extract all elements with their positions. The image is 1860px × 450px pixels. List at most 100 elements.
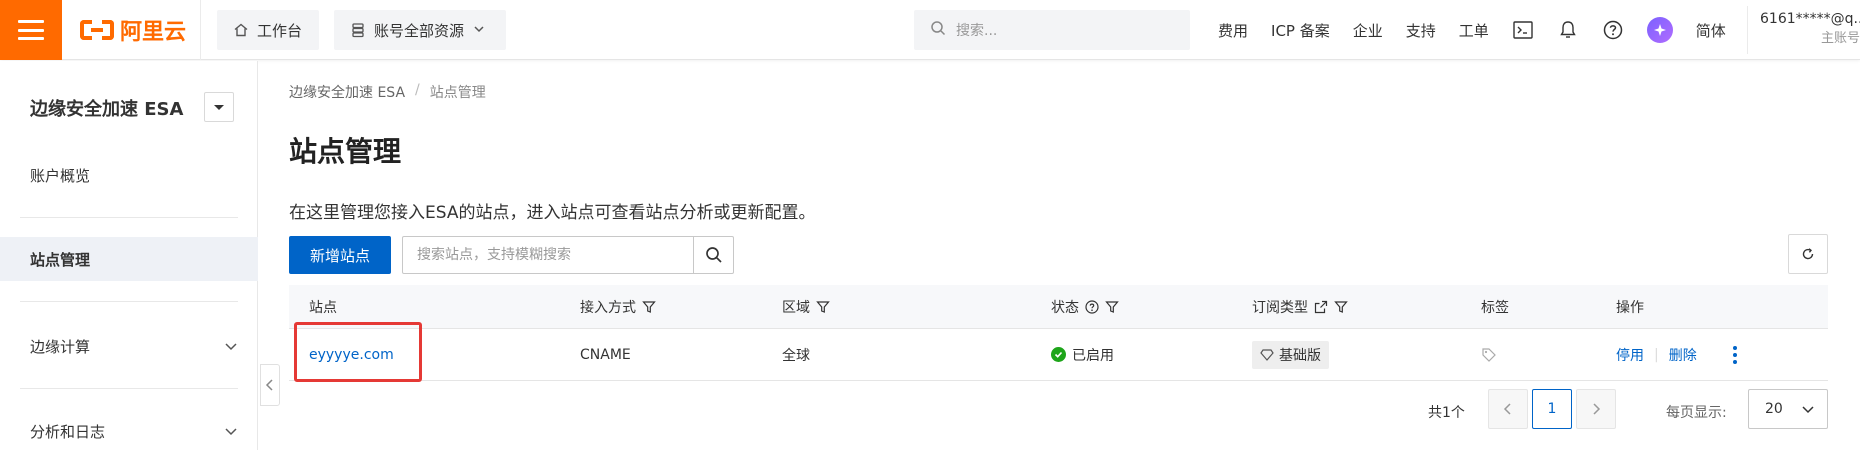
chevron-right-icon: [1593, 403, 1601, 415]
app-launcher-icon[interactable]: [1646, 17, 1673, 43]
external-link-icon[interactable]: [1314, 300, 1328, 314]
disable-button[interactable]: 停用: [1616, 345, 1644, 365]
column-status: 状态: [1051, 285, 1119, 328]
breadcrumb-item-esa[interactable]: 边缘安全加速 ESA: [289, 82, 405, 102]
site-search: [402, 236, 734, 274]
divider: [20, 388, 238, 389]
sidebar-item-edge-compute[interactable]: 边缘计算: [0, 324, 258, 368]
plan-badge: 基础版: [1252, 340, 1329, 369]
chevron-down-icon: [225, 343, 237, 351]
support-link[interactable]: 支持: [1406, 20, 1436, 41]
search-icon: [705, 247, 722, 263]
column-region: 区域: [782, 285, 830, 328]
divider: |: [1654, 346, 1659, 363]
divider: [1747, 6, 1748, 54]
column-access: 接入方式: [580, 285, 656, 328]
check-circle-icon: [1051, 347, 1066, 362]
aliyun-logo[interactable]: 阿里云: [80, 16, 187, 45]
refresh-button[interactable]: [1788, 234, 1828, 274]
cell-region: 全球: [782, 347, 810, 364]
prev-page-button[interactable]: [1488, 389, 1528, 429]
help-icon[interactable]: [1085, 299, 1099, 314]
sidebar-item-label: 站点管理: [30, 250, 91, 269]
bell-icon[interactable]: [1557, 19, 1579, 41]
resources-label: 账号全部资源: [374, 21, 465, 40]
global-search[interactable]: 搜索...: [914, 10, 1190, 50]
cell-status: 已启用: [1051, 329, 1114, 380]
column-tags: 标签: [1481, 299, 1509, 316]
hamburger-icon: [18, 20, 44, 40]
column-actions: 操作: [1616, 299, 1644, 316]
plan-text: 基础版: [1279, 347, 1321, 364]
filter-icon[interactable]: [1105, 300, 1119, 314]
sidebar-item-label: 分析和日志: [30, 422, 106, 441]
cell-actions: 停用 | 删除: [1616, 329, 1737, 380]
sidebar-item-analytics-logs[interactable]: 分析和日志: [0, 409, 258, 450]
chevron-left-icon: [265, 379, 273, 391]
filter-icon[interactable]: [642, 300, 656, 314]
chevron-down-icon: [1802, 406, 1814, 414]
cell-access: CNAME: [580, 346, 631, 363]
table-row: eyyyye.com CNAME 全球 已启用 基础版 停用 | 删除: [289, 322, 1828, 382]
workbench-label: 工作台: [257, 21, 303, 40]
chevron-left-icon: [1503, 403, 1511, 415]
cell-plan: 基础版: [1252, 329, 1329, 380]
ticket-link[interactable]: 工单: [1459, 20, 1489, 41]
page-number-button[interactable]: 1: [1532, 389, 1572, 429]
menu-button[interactable]: [0, 0, 62, 60]
filter-icon[interactable]: [816, 300, 830, 314]
sidebar-item-overview[interactable]: 账户概览: [0, 153, 258, 197]
product-switch-dropdown[interactable]: [204, 92, 234, 122]
database-icon: [350, 22, 366, 38]
sidebar-item-site-management[interactable]: 站点管理: [0, 237, 258, 281]
billing-link[interactable]: 费用: [1218, 20, 1248, 41]
sidebar-item-label: 边缘计算: [30, 337, 91, 356]
breadcrumb-item-current: 站点管理: [429, 85, 486, 101]
more-actions-icon[interactable]: [1732, 345, 1737, 364]
page-description: 在这里管理您接入ESA的站点，进入站点可查看站点分析或更新配置。: [289, 203, 816, 223]
next-page-button[interactable]: [1576, 389, 1616, 429]
site-search-input[interactable]: [403, 237, 693, 273]
icp-link[interactable]: ICP 备案: [1271, 20, 1330, 41]
cell-site: eyyyye.com: [309, 329, 394, 380]
divider: [20, 217, 238, 218]
breadcrumb: 边缘安全加速 ESA / 站点管理: [289, 82, 486, 102]
top-links: 费用 ICP 备案 企业 支持 工单 简体: [1218, 0, 1749, 60]
per-page-select[interactable]: 20: [1748, 389, 1828, 429]
site-search-button[interactable]: [693, 237, 733, 273]
top-navigation-bar: 阿里云 工作台 账号全部资源 搜索... 费用 ICP 备案 企业 支持 工单: [0, 0, 1860, 60]
divider: [20, 301, 238, 302]
total-count: 共1个: [1428, 405, 1465, 421]
breadcrumb-separator: /: [415, 82, 420, 98]
table-header: 站点 接入方式 区域 状态 订阅类型 标签 操作: [289, 285, 1828, 329]
sidebar-collapse-button[interactable]: [260, 364, 280, 406]
status-text: 已启用: [1072, 347, 1114, 364]
language-switch[interactable]: 简体: [1696, 20, 1726, 41]
sidebar-item-label: 账户概览: [30, 166, 91, 185]
global-search-placeholder: 搜索...: [956, 23, 998, 39]
help-icon[interactable]: [1602, 19, 1624, 41]
workbench-button[interactable]: 工作台: [217, 10, 319, 50]
account-role: 主账号: [1820, 31, 1860, 46]
site-link[interactable]: eyyyye.com: [309, 347, 394, 363]
enterprise-link[interactable]: 企业: [1353, 20, 1383, 41]
logo-text: 阿里云: [120, 20, 187, 45]
cell-tags: [1481, 329, 1497, 380]
sites-table: 站点 接入方式 区域 状态 订阅类型 标签 操作 eyyyye.com CNAM…: [289, 285, 1828, 382]
filter-icon[interactable]: [1334, 300, 1348, 314]
terminal-icon[interactable]: [1512, 19, 1534, 41]
aliyun-logo-icon: [80, 18, 114, 42]
chevron-down-icon: [472, 22, 488, 38]
add-site-button[interactable]: 新增站点: [289, 236, 391, 274]
column-plan: 订阅类型: [1252, 285, 1348, 328]
divider: [200, 0, 201, 60]
account-name: 6161*****@q...: [1760, 11, 1860, 27]
tag-icon[interactable]: [1481, 347, 1497, 363]
search-icon: [930, 20, 946, 40]
chevron-down-icon: [225, 428, 237, 436]
account-menu[interactable]: 6161*****@q... 主账号: [1760, 10, 1860, 50]
home-icon: [233, 22, 249, 38]
delete-button[interactable]: 删除: [1669, 345, 1697, 365]
resources-dropdown[interactable]: 账号全部资源: [334, 10, 506, 50]
per-page-value: 20: [1765, 401, 1783, 417]
